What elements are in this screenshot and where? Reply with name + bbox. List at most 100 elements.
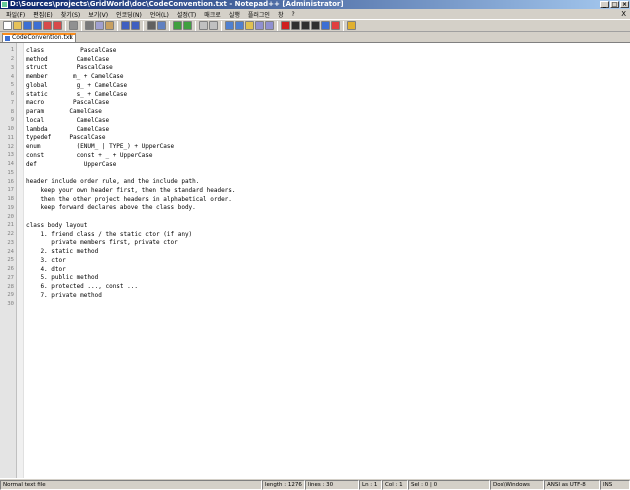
save-icon[interactable] (23, 21, 32, 30)
editor-line[interactable]: 22 1. friend class / the static ctor (if… (0, 230, 630, 239)
editor-line[interactable]: 28 6. protected ..., const ... (0, 282, 630, 291)
editor-line[interactable]: 11 typedef PascalCase (0, 134, 630, 143)
editor-line[interactable]: 26 4. dtor (0, 265, 630, 274)
sync-v-icon[interactable] (199, 21, 208, 30)
menu-item-1[interactable]: 편집(E) (29, 10, 57, 19)
status-insert-mode[interactable]: INS (600, 479, 630, 490)
close-all-icon[interactable] (53, 21, 62, 30)
redo-icon[interactable] (131, 21, 140, 30)
editor-line[interactable]: 25 3. ctor (0, 256, 630, 265)
close-window-button[interactable]: × (620, 1, 629, 8)
editor-line[interactable]: 6 static s_ + CamelCase (0, 90, 630, 99)
editor-line[interactable]: 17 keep your own header first, then the … (0, 186, 630, 195)
menu-item-9[interactable]: 플러그인 (244, 10, 274, 19)
udl-icon[interactable] (255, 21, 264, 30)
line-number: 16 (7, 178, 14, 185)
line-text: class PascalCase (26, 46, 117, 54)
all-chars-icon[interactable] (235, 21, 244, 30)
editor-line[interactable]: 19 keep forward declares above the class… (0, 204, 630, 213)
menu-item-8[interactable]: 실행 (225, 10, 244, 19)
editor-line[interactable]: 5 global g_ + CamelCase (0, 81, 630, 90)
menu-item-3[interactable]: 보기(V) (84, 10, 112, 19)
line-number: 18 (7, 196, 14, 203)
open-file-icon[interactable] (13, 21, 22, 30)
tab-close-icon[interactable]: x (69, 35, 73, 41)
editor-line[interactable]: 30 (0, 300, 630, 309)
minimize-button[interactable]: _ (600, 1, 609, 8)
print-icon[interactable] (69, 21, 78, 30)
menu-item-7[interactable]: 매크로 (200, 10, 225, 19)
indent-guide-icon[interactable] (245, 21, 254, 30)
editor-line[interactable]: 29 7. private method (0, 291, 630, 300)
line-number: 29 (7, 292, 14, 299)
undo-icon[interactable] (121, 21, 130, 30)
doc-map-icon[interactable] (265, 21, 274, 30)
editor-line[interactable]: 20 (0, 212, 630, 221)
menu-item-6[interactable]: 설정(T) (173, 10, 200, 19)
editor-line[interactable]: 21 class body layout (0, 221, 630, 230)
line-number: 24 (7, 248, 14, 255)
line-text: 7. private method (26, 291, 102, 299)
line-text: keep your own header first, then the sta… (26, 186, 236, 194)
find-icon[interactable] (147, 21, 156, 30)
toolbar-separator (343, 20, 344, 31)
editor-line[interactable]: 8 param CamelCase (0, 107, 630, 116)
menu-item-5[interactable]: 언어(L) (146, 10, 173, 19)
play-multi-icon[interactable] (311, 21, 320, 30)
tab-codeconvention[interactable]: CodeConvention.txt x (2, 33, 76, 42)
editor-line[interactable]: 12 enum (ENUM_ | TYPE_) + UpperCase (0, 142, 630, 151)
toolbar-separator (81, 20, 82, 31)
menu-item-2[interactable]: 찾기(S) (57, 10, 85, 19)
record-macro-icon[interactable] (281, 21, 290, 30)
editor-line[interactable]: 23 private members first, private ctor (0, 239, 630, 248)
replace-icon[interactable] (157, 21, 166, 30)
status-ln: Ln : 1 (359, 479, 382, 490)
line-number: 27 (7, 274, 14, 281)
editor-line[interactable]: 18 then the other project headers in alp… (0, 195, 630, 204)
save-all-icon[interactable] (33, 21, 42, 30)
maximize-button[interactable]: □ (610, 1, 619, 8)
line-number: 6 (10, 91, 14, 98)
menu-item-10[interactable]: 창 (274, 10, 288, 19)
new-file-icon[interactable] (3, 21, 12, 30)
toolbar (0, 19, 630, 32)
wrap-icon[interactable] (225, 21, 234, 30)
plugin-icon[interactable] (347, 21, 356, 30)
spellcheck-icon[interactable] (331, 21, 340, 30)
stop-macro-icon[interactable] (291, 21, 300, 30)
editor-line[interactable]: 24 2. static method (0, 247, 630, 256)
save-macro-icon[interactable] (321, 21, 330, 30)
tab-bar: CodeConvention.txt x (0, 32, 630, 42)
editor-line[interactable]: 3 struct PascalCase (0, 64, 630, 73)
text-editor[interactable]: 1 class PascalCase 2 method CamelCase 3 struc… (0, 42, 630, 478)
close-icon[interactable] (43, 21, 52, 30)
editor-line[interactable]: 9 local CamelCase (0, 116, 630, 125)
sync-h-icon[interactable] (209, 21, 218, 30)
editor-line[interactable]: 14 def UpperCase (0, 160, 630, 169)
editor-line[interactable]: 27 5. public method (0, 274, 630, 283)
line-number: 5 (10, 82, 14, 89)
status-encoding[interactable]: ANSI as UTF-8 (544, 479, 600, 490)
paste-icon[interactable] (105, 21, 114, 30)
line-text: local CamelCase (26, 116, 110, 124)
line-number: 28 (7, 283, 14, 290)
editor-line[interactable]: 15 (0, 169, 630, 178)
menu-item-0[interactable]: 파일(F) (2, 10, 29, 19)
close-document-icon[interactable]: X (621, 10, 626, 18)
editor-line[interactable]: 1 class PascalCase (0, 46, 630, 55)
title-bar[interactable]: D:\Sources\projects\GridWorld\doc\CodeCo… (0, 0, 630, 9)
editor-line[interactable]: 4 member m_ + CamelCase (0, 72, 630, 81)
copy-icon[interactable] (95, 21, 104, 30)
editor-line[interactable]: 2 method CamelCase (0, 55, 630, 64)
editor-line[interactable]: 10 lambda CamelCase (0, 125, 630, 134)
zoom-in-icon[interactable] (173, 21, 182, 30)
status-eol[interactable]: Dos\Windows (490, 479, 544, 490)
zoom-out-icon[interactable] (183, 21, 192, 30)
cut-icon[interactable] (85, 21, 94, 30)
editor-line[interactable]: 7 macro PascalCase (0, 99, 630, 108)
menu-item-4[interactable]: 인코딩(N) (112, 10, 146, 19)
editor-line[interactable]: 13 const const + _ + UpperCase (0, 151, 630, 160)
play-macro-icon[interactable] (301, 21, 310, 30)
menu-item-11[interactable]: ? (288, 11, 299, 18)
editor-line[interactable]: 16 header include order rule, and the inc… (0, 177, 630, 186)
